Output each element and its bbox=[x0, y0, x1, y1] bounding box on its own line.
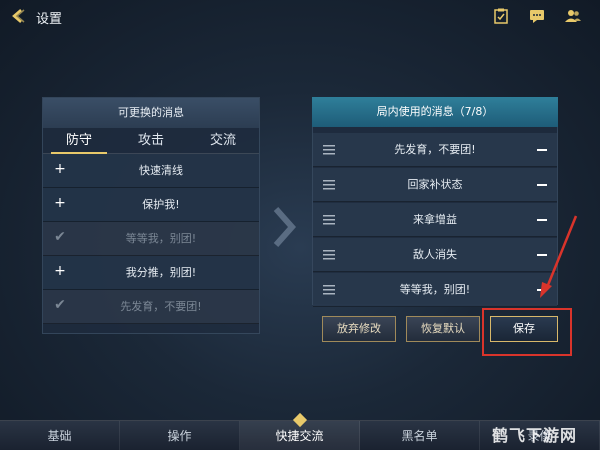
back-arrow-icon[interactable] bbox=[10, 8, 26, 24]
message-text: 我分推，别团! bbox=[125, 266, 197, 279]
in-game-messages-panel: 局内使用的消息（7/8） 先发育，不要团! 回家补状态 来拿增益 敌人消失 等等… bbox=[312, 97, 558, 334]
message-text: 回家补状态 bbox=[407, 178, 463, 191]
add-icon: + bbox=[54, 263, 66, 279]
chevron-right-icon bbox=[273, 207, 297, 247]
remove-icon[interactable] bbox=[537, 149, 547, 151]
annotation-arrow-icon bbox=[540, 215, 578, 298]
message-text: 敌人消失 bbox=[413, 248, 457, 261]
list-item: ✔ 等等我，别团! bbox=[43, 222, 259, 256]
message-category-tabs: 防守 攻击 交流 bbox=[43, 128, 259, 154]
add-icon: + bbox=[54, 161, 66, 177]
list-item[interactable]: 来拿增益 bbox=[313, 203, 557, 237]
restore-defaults-button[interactable]: 恢复默认 bbox=[406, 316, 480, 342]
page-title: 设置 bbox=[36, 12, 63, 27]
message-text: 先发育，不要团! bbox=[120, 300, 202, 313]
drag-handle-icon[interactable] bbox=[323, 284, 335, 296]
list-item[interactable]: 等等我，别团! bbox=[313, 273, 557, 307]
list-item[interactable]: 敌人消失 bbox=[313, 238, 557, 272]
list-item[interactable]: + 快速清线 bbox=[43, 154, 259, 188]
list-item: ✔ 先发育，不要团! bbox=[43, 290, 259, 324]
chat-icon[interactable] bbox=[528, 7, 546, 25]
check-icon: ✔ bbox=[54, 229, 66, 245]
list-item[interactable]: 回家补状态 bbox=[313, 168, 557, 202]
message-text: 等等我，别团! bbox=[125, 232, 197, 245]
check-icon: ✔ bbox=[54, 297, 66, 313]
message-text: 先发育，不要团! bbox=[394, 143, 476, 156]
top-bar: 设置 bbox=[0, 0, 600, 32]
list-item[interactable]: + 保护我! bbox=[43, 188, 259, 222]
message-text: 等等我，别团! bbox=[399, 283, 471, 296]
drag-handle-icon[interactable] bbox=[323, 144, 335, 156]
nav-blacklist[interactable]: 黑名单 bbox=[360, 421, 480, 450]
drag-handle-icon[interactable] bbox=[323, 249, 335, 261]
left-panel-title: 可更换的消息 bbox=[43, 98, 259, 128]
replaceable-messages-panel: 可更换的消息 防守 攻击 交流 + 快速清线 + 保护我! ✔ 等等我，别团! … bbox=[42, 97, 260, 334]
highlight-box bbox=[482, 308, 572, 356]
tab-communicate[interactable]: 交流 bbox=[187, 128, 259, 153]
tab-defense[interactable]: 防守 bbox=[43, 128, 115, 154]
in-game-message-list[interactable]: 先发育，不要团! 回家补状态 来拿增益 敌人消失 等等我，别团! bbox=[312, 127, 558, 307]
drag-handle-icon[interactable] bbox=[323, 214, 335, 226]
remove-icon[interactable] bbox=[537, 184, 547, 186]
tab-attack[interactable]: 攻击 bbox=[115, 128, 187, 153]
right-panel-title: 局内使用的消息（7/8） bbox=[312, 97, 558, 127]
list-item[interactable]: + 我分推，别团! bbox=[43, 256, 259, 290]
drag-handle-icon[interactable] bbox=[323, 179, 335, 191]
friends-icon[interactable] bbox=[564, 7, 582, 25]
list-item[interactable]: 先发育，不要团! bbox=[313, 133, 557, 167]
nav-quick-chat[interactable]: 快捷交流 bbox=[240, 421, 360, 450]
message-text: 来拿增益 bbox=[413, 213, 457, 226]
message-text: 保护我! bbox=[142, 198, 180, 211]
watermark: 鹤飞下游网 bbox=[492, 426, 578, 445]
discard-changes-button[interactable]: 放弃修改 bbox=[322, 316, 396, 342]
nav-basic[interactable]: 基础 bbox=[0, 421, 120, 450]
nav-controls[interactable]: 操作 bbox=[120, 421, 240, 450]
task-icon[interactable] bbox=[492, 7, 510, 25]
add-icon: + bbox=[54, 195, 66, 211]
message-text: 快速清线 bbox=[139, 164, 183, 177]
